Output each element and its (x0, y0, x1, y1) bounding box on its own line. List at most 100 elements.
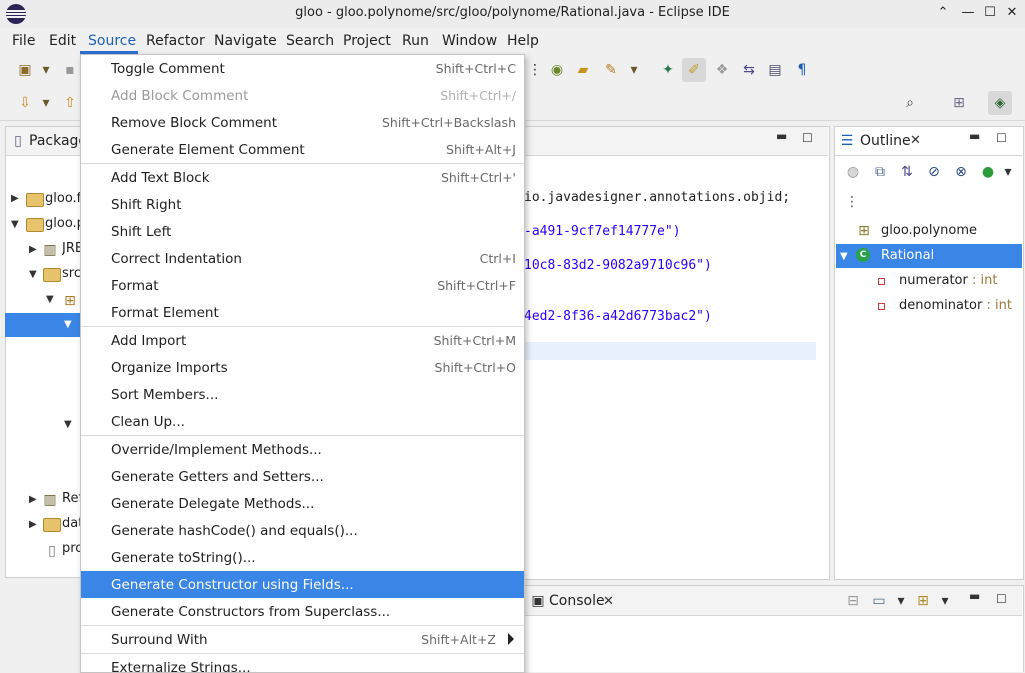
hide-static-icon[interactable]: ⊗ (953, 164, 969, 180)
menu-project[interactable]: Project (343, 33, 391, 49)
menu-search[interactable]: Search (286, 33, 334, 49)
menu-item-generate-getters-setters[interactable]: Generate Getters and Setters... (81, 463, 524, 490)
menu-item-clean-up[interactable]: Clean Up... (81, 408, 524, 435)
outline-item-package[interactable]: gloo.polynome (881, 223, 977, 238)
search-annotations-icon[interactable]: ✦ (660, 62, 676, 78)
menu-item-add-text-block[interactable]: Add Text Block Shift+Ctrl+' (81, 164, 524, 191)
word-wrap-icon[interactable]: ⇆ (741, 62, 757, 78)
tree-item-selected-package[interactable] (5, 313, 85, 337)
menu-item-generate-constructors-from-superclass[interactable]: Generate Constructors from Superclass... (81, 598, 524, 625)
dropdown-arrow-icon[interactable]: ▾ (38, 62, 54, 78)
collapse-arrow-icon[interactable]: ▼ (11, 219, 19, 230)
outline-tab[interactable]: Outline (860, 133, 911, 149)
menu-file[interactable]: File (12, 33, 35, 49)
maximize-console-icon[interactable]: ☐ (996, 592, 1007, 606)
menu-run[interactable]: Run (402, 33, 429, 49)
menu-item-generate-constructor-using-fields[interactable]: Generate Constructor using Fields... (81, 571, 524, 598)
close-window-button[interactable]: ✕ (1004, 5, 1020, 21)
save-icon[interactable]: ▪ (62, 62, 78, 78)
menu-item-add-block-comment[interactable]: Add Block Comment Shift+Ctrl+/ (81, 82, 524, 109)
maximize-outline-icon[interactable]: ☐ (996, 131, 1007, 145)
outline-item-class[interactable]: Rational (881, 248, 934, 263)
expand-all-icon[interactable]: ⧉ (872, 164, 888, 180)
menu-item-organize-imports[interactable]: Organize Imports Shift+Ctrl+O (81, 354, 524, 381)
dropdown-arrow-icon[interactable]: ▾ (893, 593, 909, 609)
collapse-arrow-icon[interactable]: ▼ (840, 251, 848, 262)
collapse-arrow-icon[interactable]: ▼ (29, 269, 37, 280)
menu-item-generate-delegate-methods[interactable]: Generate Delegate Methods... (81, 490, 524, 517)
tree-item-project[interactable]: gloo.p (45, 216, 83, 238)
sort-icon[interactable]: ⇅ (899, 164, 915, 180)
collapse-arrow-icon[interactable]: ▼ (46, 294, 54, 305)
menu-help[interactable]: Help (507, 33, 539, 49)
expand-arrow-icon[interactable]: ▶ (11, 193, 19, 204)
close-outline-icon[interactable]: ✕ (910, 133, 921, 148)
package-explorer-tab[interactable]: Package (29, 133, 87, 149)
window-menu-button[interactable]: ⌃ (935, 5, 951, 21)
code-line-objid[interactable]: 4ed2-8f36-a42d6773bac2") (524, 309, 712, 324)
dropdown-arrow-icon[interactable]: ▾ (937, 593, 953, 609)
menu-edit[interactable]: Edit (49, 33, 76, 49)
minimize-button[interactable]: — (960, 5, 976, 21)
expand-arrow-icon[interactable]: ▶ (29, 244, 37, 255)
minimize-console-icon[interactable]: ▬ (969, 589, 980, 603)
menu-navigate[interactable]: Navigate (214, 33, 277, 49)
pin-console-icon[interactable]: ⊟ (845, 593, 861, 609)
menu-source[interactable]: Source (88, 33, 136, 49)
expand-arrow-icon[interactable]: ▶ (29, 494, 37, 505)
menu-item-add-import[interactable]: Add Import Shift+Ctrl+M (81, 327, 524, 354)
menu-item-generate-hashcode-equals[interactable]: Generate hashCode() and equals()... (81, 517, 524, 544)
code-line-objid[interactable]: 10c8-83d2-9082a9710c96") (524, 258, 712, 273)
dropdown-arrow-icon[interactable]: ▾ (626, 62, 642, 78)
menu-item-generate-tostring[interactable]: Generate toString()... (81, 544, 524, 571)
display-console-icon[interactable]: ▭ (871, 593, 887, 609)
hide-fields-icon[interactable]: ⊘ (926, 164, 942, 180)
java-perspective-icon[interactable]: ◈ (992, 95, 1008, 111)
previous-annotation-icon[interactable]: ⇧ (62, 95, 78, 111)
console-tab[interactable]: Console (549, 593, 605, 609)
menu-item-remove-block-comment[interactable]: Remove Block Comment Shift+Ctrl+Backslash (81, 109, 524, 136)
menu-item-generate-element-comment[interactable]: Generate Element Comment Shift+Alt+J (81, 136, 524, 163)
run-icon[interactable]: ✎ (603, 62, 619, 78)
code-line-import[interactable]: io.javadesigner.annotations.objid; (524, 190, 790, 205)
maximize-editor-icon[interactable]: ☐ (802, 131, 813, 145)
open-type-icon[interactable]: ◉ (549, 62, 565, 78)
collapse-arrow-icon[interactable]: ▼ (64, 319, 72, 330)
view-menu-icon[interactable]: ▾ (1000, 164, 1016, 180)
maximize-button[interactable]: ☐ (982, 5, 998, 21)
tree-item-project[interactable]: gloo.f (45, 191, 83, 213)
menu-item-externalize-strings[interactable]: Externalize Strings... (81, 654, 524, 672)
menu-item-format[interactable]: Format Shift+Ctrl+F (81, 272, 524, 299)
new-icon[interactable]: ▣ (17, 62, 33, 78)
menu-item-override-implement[interactable]: Override/Implement Methods... (81, 436, 524, 463)
menu-refactor[interactable]: Refactor (146, 33, 205, 49)
menu-item-shift-left[interactable]: Shift Left (81, 218, 524, 245)
next-annotation-icon[interactable]: ⇩ (17, 95, 33, 111)
show-whitespace-icon[interactable]: ¶ (794, 62, 810, 78)
menu-item-sort-members[interactable]: Sort Members... (81, 381, 524, 408)
search-icon[interactable]: ⌕ (902, 95, 918, 111)
expand-arrow-icon[interactable]: ▶ (29, 519, 37, 530)
collapse-arrow-icon[interactable]: ▼ (64, 419, 72, 430)
dropdown-arrow-icon[interactable]: ▾ (38, 95, 54, 111)
open-console-icon[interactable]: ⊞ (915, 593, 931, 609)
menu-item-toggle-comment[interactable]: Toggle Comment Shift+Ctrl+C (81, 55, 524, 82)
minimize-outline-icon[interactable]: ▬ (969, 129, 980, 143)
block-selection-icon[interactable]: ❖ (714, 62, 730, 78)
show-source-icon[interactable]: ▤ (767, 62, 783, 78)
outline-item-field[interactable]: denominator : int (899, 298, 1012, 313)
outline-item-field[interactable]: numerator : int (899, 273, 997, 288)
menu-item-format-element[interactable]: Format Element (81, 299, 524, 326)
menu-item-shift-right[interactable]: Shift Right (81, 191, 524, 218)
menu-window[interactable]: Window (442, 33, 497, 49)
mark-occurrences-icon[interactable]: ✐ (686, 62, 702, 78)
open-perspective-icon[interactable]: ⊞ (951, 95, 967, 111)
more-options-icon[interactable]: ⋮ (844, 194, 860, 210)
menu-item-surround-with[interactable]: Surround With Shift+Alt+Z (81, 626, 524, 653)
menu-item-correct-indentation[interactable]: Correct Indentation Ctrl+I (81, 245, 524, 272)
open-folder-icon[interactable]: ▰ (575, 62, 591, 78)
hide-nonpublic-icon[interactable]: ● (980, 164, 996, 180)
collapse-all-icon[interactable]: ◍ (845, 164, 861, 180)
close-console-icon[interactable]: ✕ (603, 594, 614, 609)
minimize-editor-icon[interactable]: ▬ (776, 129, 787, 143)
